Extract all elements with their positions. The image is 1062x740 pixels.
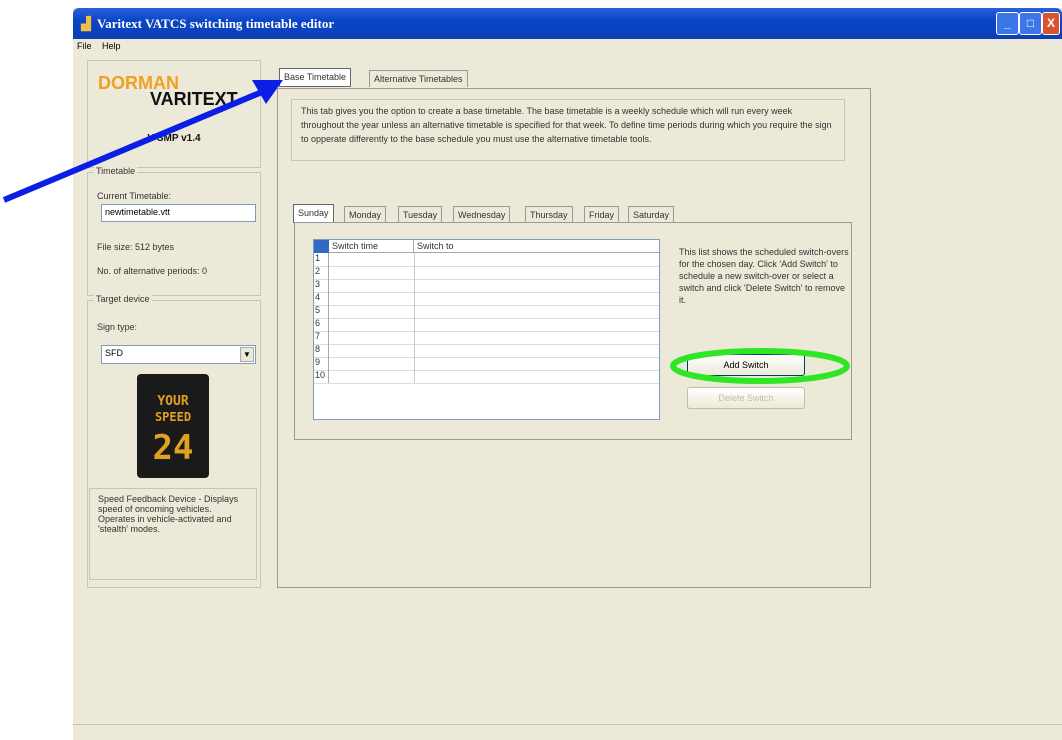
tab-alternative-timetables[interactable]: Alternative Timetables [369,70,468,87]
chevron-down-icon[interactable]: ▼ [240,347,254,362]
switch-to-cell[interactable] [414,344,659,357]
row-number: 5 [314,305,329,318]
grid-corner [314,240,329,253]
switch-time-cell[interactable] [329,279,415,292]
switch-to-cell[interactable] [414,370,659,383]
device-text-speed-value: 24 [152,428,194,468]
switch-to-cell[interactable] [414,292,659,305]
row-number: 3 [314,279,329,292]
switch-to-cell[interactable] [414,305,659,318]
row-number: 8 [314,344,329,357]
row-number: 10 [314,370,329,383]
tab-sunday[interactable]: Sunday [293,204,334,223]
close-button[interactable]: X [1042,12,1060,35]
tab-wednesday[interactable]: Wednesday [453,206,511,223]
version-label: V-SMP v1.4 [147,133,201,144]
table-row[interactable]: 10 [314,370,659,384]
switch-to-cell[interactable] [414,253,659,266]
title-bar: ▟ Varitext VATCS switching timetable edi… [73,8,1062,39]
tab-thursday[interactable]: Thursday [525,206,573,223]
tab-base-timetable[interactable]: Base Timetable [279,68,352,87]
device-image: YOUR SPEED 24 [137,374,209,478]
logo-panel: DORMAN VARITEXT V-SMP v1.4 [87,60,261,168]
delete-switch-button[interactable]: Delete Switch [687,387,805,409]
switch-time-cell[interactable] [329,305,415,318]
switch-time-cell[interactable] [329,370,415,383]
row-number: 9 [314,357,329,370]
tab-monday[interactable]: Monday [344,206,387,223]
table-row[interactable]: 8 [314,344,659,358]
info-text: This tab gives you the option to create … [291,99,845,161]
menu-help[interactable]: Help [98,39,125,53]
switch-time-cell[interactable] [329,318,415,331]
sign-type-label: Sign type: [97,322,138,332]
menu-bar: File Help [73,39,1062,55]
switch-time-cell[interactable] [329,253,415,266]
row-number: 4 [314,292,329,305]
switch-time-cell[interactable] [329,292,415,305]
sign-type-value: SFD [105,348,123,358]
switch-grid[interactable]: Switch time Switch to 1 2 3 4 5 6 7 8 9 10 [313,239,660,420]
current-timetable-field[interactable]: newtimetable.vtt [101,204,256,222]
switch-to-cell[interactable] [414,357,659,370]
row-number: 2 [314,266,329,279]
table-row[interactable]: 9 [314,357,659,371]
row-number: 1 [314,253,329,266]
switch-to-cell[interactable] [414,318,659,331]
app-window: ▟ Varitext VATCS switching timetable edi… [73,8,1062,740]
tab-friday[interactable]: Friday [584,206,620,223]
device-description: Speed Feedback Device - Displays speed o… [89,488,257,580]
tab-tuesday[interactable]: Tuesday [398,206,443,223]
switch-time-cell[interactable] [329,331,415,344]
timetable-group-title: Timetable [94,166,138,176]
minimize-button[interactable]: _ [996,12,1019,35]
col-switch-time[interactable]: Switch time [329,240,414,253]
help-text: This list shows the scheduled switch-ove… [679,247,849,305]
alt-periods-label: No. of alternative periods: 0 [97,266,208,276]
file-size-label: File size: 512 bytes [97,242,175,252]
switch-time-cell[interactable] [329,357,415,370]
table-row[interactable]: 6 [314,318,659,332]
switch-time-cell[interactable] [329,344,415,357]
status-divider [73,724,1062,725]
sign-type-select[interactable]: SFD ▼ [101,345,256,364]
logo-varitext: VARITEXT [150,89,238,109]
switch-to-cell[interactable] [414,266,659,279]
menu-file[interactable]: File [73,39,96,53]
app-icon: ▟ [81,16,91,31]
table-row[interactable]: 1 [314,253,659,267]
device-text-speed: SPEED [154,410,192,424]
target-device-group-title: Target device [94,294,152,304]
switch-to-cell[interactable] [414,279,659,292]
row-number: 7 [314,331,329,344]
switch-to-cell[interactable] [414,331,659,344]
table-row[interactable]: 5 [314,305,659,319]
device-text-your: YOUR [157,394,189,409]
table-row[interactable]: 3 [314,279,659,293]
add-switch-button[interactable]: Add Switch [687,354,805,376]
table-row[interactable]: 4 [314,292,659,306]
table-row[interactable]: 7 [314,331,659,345]
switch-time-cell[interactable] [329,266,415,279]
col-switch-to[interactable]: Switch to [414,240,659,253]
maximize-button[interactable]: □ [1019,12,1042,35]
table-row[interactable]: 2 [314,266,659,280]
row-number: 6 [314,318,329,331]
current-timetable-label: Current Timetable: [97,191,172,201]
window-title: Varitext VATCS switching timetable edito… [97,16,335,31]
tab-saturday[interactable]: Saturday [628,206,675,223]
